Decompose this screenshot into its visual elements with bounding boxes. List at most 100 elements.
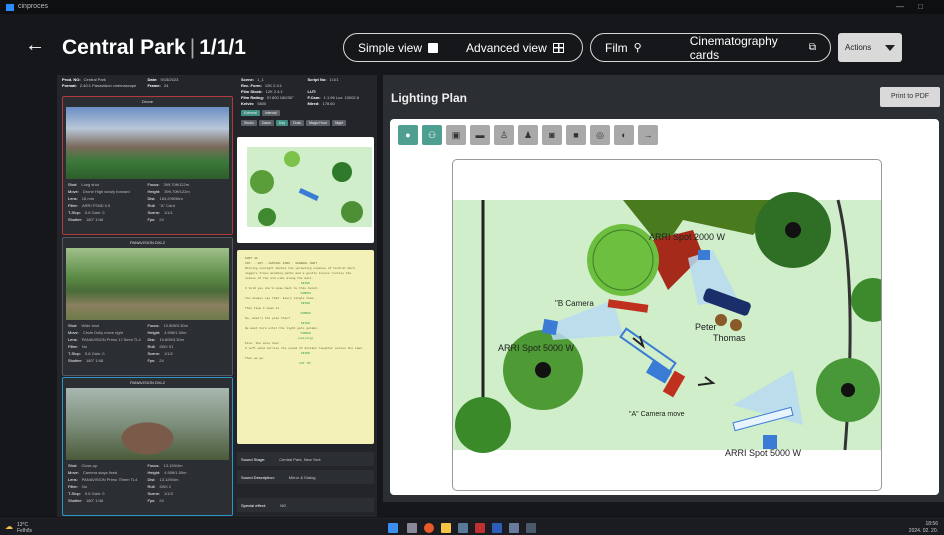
tag-internal[interactable]: Internal — [261, 110, 280, 116]
shot-info-field: Fps: 24 — [147, 358, 164, 363]
shot-info-field: Focus: 13.12ft/4m — [147, 463, 183, 468]
people-icon[interactable]: ⚇ — [422, 125, 442, 145]
app-icon-2[interactable] — [475, 523, 485, 533]
shot-info-field: Filter: No — [68, 484, 88, 489]
script-page[interactable]: SHOT 4A INT. - DAY - CENTRAL PARK - GENER… — [237, 250, 374, 444]
scene-info-field: F.Cam: 1:1.96 Lux: 10002.6 — [307, 95, 360, 100]
simple-view-label: Simple view — [358, 40, 423, 55]
shot-info-field: Shot: Close-up — [68, 463, 98, 468]
title-separator: | — [189, 36, 196, 59]
camera-icon[interactable]: ◙ — [542, 125, 562, 145]
shot-caption: PANAVISION DXL2 — [130, 380, 165, 385]
shot-info-field: Height: 4.90ft/1.50m — [147, 330, 187, 335]
app-icon-3[interactable] — [509, 523, 519, 533]
scene-info-field — [308, 83, 374, 88]
shot-info-field: T-Stop: 5.6 Gain: 0 — [68, 351, 105, 356]
app-icon — [6, 4, 14, 11]
back-arrow-icon[interactable]: ← — [25, 34, 45, 57]
image-icon[interactable]: ▣ — [446, 125, 466, 145]
cards-icon: ⧉ — [808, 42, 816, 53]
clock[interactable]: 18:56 2024. 02. 20. — [909, 521, 938, 535]
plan-canvas[interactable]: ARRI Spot 2000 W "B Camera Peter Thomas … — [452, 159, 882, 491]
lighting-plan-title: Lighting Plan — [391, 91, 467, 105]
scene-info-field: LUT: — [307, 89, 317, 94]
arrow-right-icon[interactable]: → — [638, 125, 658, 145]
cinematography-cards-button[interactable]: Cinematography cards ⧉ — [676, 33, 830, 62]
shot-info-field: Scene: 1/1/3 — [147, 491, 173, 496]
film-icon: ⚲ — [633, 42, 642, 54]
shot-info-field: Shot: Long shot — [68, 182, 99, 187]
shot-info-field: Roll: "A" Card — [147, 203, 175, 208]
film-button[interactable]: Film ⚲ — [591, 34, 656, 61]
shot-info-field: Height: 399,70ft/122m — [147, 189, 190, 194]
shot-info-field: Filter: No — [68, 344, 88, 349]
scene-info-field: Kelvin: 5600 — [241, 101, 267, 106]
contrast-icon[interactable]: ◐ — [614, 125, 634, 145]
shot-info-field: Fps: 24 — [147, 498, 164, 503]
time-tags: Studio Dawn Day Dusk Magic Hour Night — [237, 118, 377, 128]
app-icon-4[interactable] — [526, 523, 536, 533]
tag-magic-hour[interactable]: Magic Hour — [306, 120, 331, 126]
plan-toolbar: ● ⚇ ▣ ▬ ♙ ♟ ◙ ■ ◎ ◐ → — [398, 125, 658, 145]
minimize-button[interactable]: — — [896, 2, 904, 11]
folder-icon[interactable] — [441, 523, 451, 533]
shot-info-field: Shutter: 180° 1/48 — [68, 498, 104, 503]
start-icon[interactable] — [388, 523, 398, 533]
tag-dusk[interactable]: Dusk — [290, 120, 305, 126]
weather-widget[interactable]: 13°C Felhős — [17, 522, 32, 534]
shot-card-3[interactable]: PANAVISION DXL2 Shot: Close-up Focus: 13.12… — [62, 377, 233, 516]
app-icon-1[interactable] — [458, 523, 468, 533]
shot-info-field: Roll: DBX 2 — [147, 484, 172, 489]
tag-day[interactable]: Day — [275, 120, 289, 126]
shot-info-field: Roll: DBX 01 — [147, 344, 174, 349]
shot-card-2[interactable]: PANAVISION DXL2 Shot: Wide shot Focus: 10.8… — [62, 237, 233, 376]
print-to-pdf-button[interactable]: Print to PDF — [880, 87, 940, 107]
label-arri-5000-right: ARRI Spot 5000 W — [725, 448, 802, 458]
car-icon[interactable]: ▬ — [470, 125, 490, 145]
word-icon[interactable] — [492, 523, 502, 533]
window-titlebar: cinproces — □ — [0, 0, 944, 14]
tag-external[interactable]: External — [241, 110, 260, 116]
maximize-button[interactable]: □ — [918, 2, 923, 11]
bulb-icon[interactable]: ● — [398, 125, 418, 145]
windows-taskbar: ☁ 13°C Felhős 18:56 2024. 02. 20. — [0, 518, 944, 535]
shot-info-field: Filter: ARRI FSND 0.9 — [68, 203, 111, 208]
advanced-view-button[interactable]: Advanced view — [452, 34, 578, 61]
shot-info-field: Shot: Wide shot — [68, 323, 100, 328]
shot-image-closeup — [66, 388, 229, 460]
shot-info-field: Scene: 1/1/2 — [147, 351, 173, 356]
plan-workspace: ● ⚇ ▣ ▬ ♙ ♟ ◙ ■ ◎ ◐ → ARRI Spot 2000 W "… — [390, 119, 939, 495]
video-icon[interactable]: ■ — [566, 125, 586, 145]
search-icon[interactable] — [407, 523, 417, 533]
tag-studio[interactable]: Studio — [241, 120, 257, 126]
shot-info-field: Focus: 10.80ft/3.30m — [147, 323, 188, 328]
scene-info-field: Mired: 178.60 — [307, 101, 335, 106]
shot-info-field: Height: 4.90ft/1.50m — [147, 470, 187, 475]
scene-info-field: Film Stock: 12K 2.4:1 — [241, 89, 283, 94]
tag-dawn[interactable]: Dawn — [258, 120, 274, 126]
lamp-icon[interactable]: ◎ — [590, 125, 610, 145]
simple-view-button[interactable]: Simple view — [344, 34, 452, 61]
page-title: Central Park | 1/1/1 — [62, 36, 246, 60]
actions-label: Actions — [845, 43, 872, 52]
shot-info-field: Shutter: 180° 1/48 — [68, 217, 104, 222]
lighting-plan-thumbnail[interactable] — [237, 137, 374, 243]
shot-card-1[interactable]: Drone Shot: Long shot Focus: 399,70ft/122m M… — [62, 96, 233, 235]
film-label: Film — [605, 40, 628, 55]
sound-stage-row: Sound Stage: Central Park, New York — [237, 452, 374, 466]
shot-info-field: Dist: 184,20ft/56m — [147, 196, 183, 201]
scene-info-field: Script No: 1/1/1 — [307, 77, 339, 82]
tag-night[interactable]: Night — [332, 120, 347, 126]
shot-info-field: Move: Drone High slowly forward — [68, 189, 130, 194]
actor-icon[interactable]: ♟ — [518, 125, 538, 145]
scene-info-field: Rec. Form: 12K 2.4:1 — [241, 83, 283, 88]
label-a-camera-move: "A" Camera move — [629, 411, 685, 418]
scene-number: 1/1/1 — [199, 36, 246, 59]
scene-info-field: Film Rating: EI 800 180/30° — [241, 95, 294, 100]
actions-dropdown[interactable]: Actions — [838, 33, 902, 62]
lighting-plan-drawing: ARRI Spot 2000 W "B Camera Peter Thomas … — [453, 192, 881, 458]
cards-label: Cinematography cards — [689, 33, 778, 62]
weather-icon: ☁ — [5, 522, 13, 531]
person-icon[interactable]: ♙ — [494, 125, 514, 145]
browser-icon[interactable] — [424, 523, 434, 533]
